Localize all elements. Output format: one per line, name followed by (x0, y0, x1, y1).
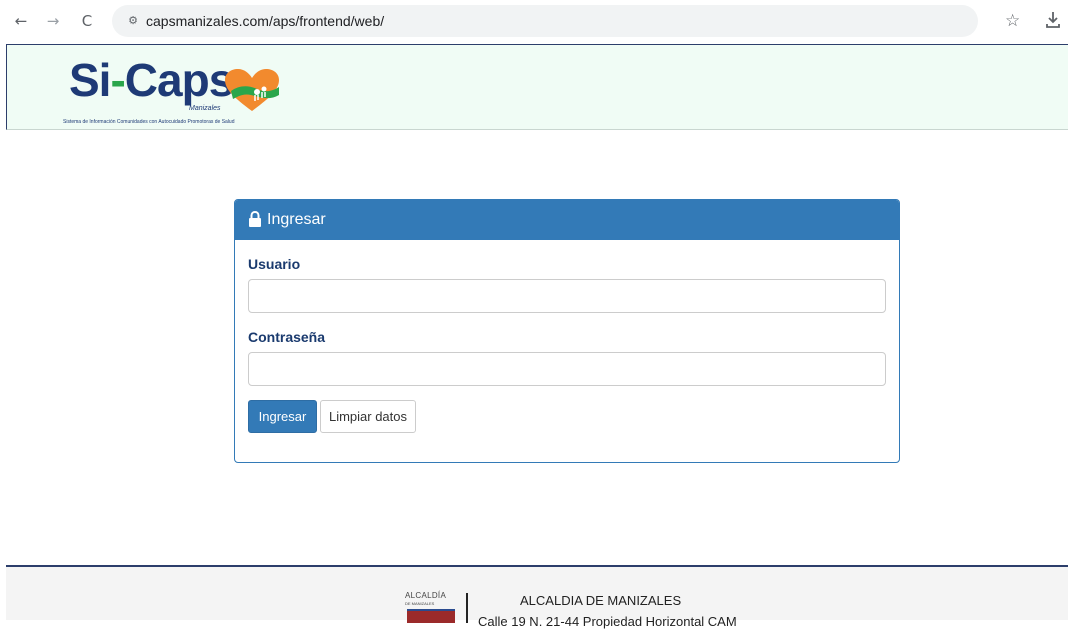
browser-toolbar: ← → C ⚙ capsmanizales.com/aps/frontend/w… (0, 0, 1068, 44)
si-caps-logo[interactable]: Si-Caps (69, 53, 234, 107)
alcaldia-crest-icon (407, 609, 455, 623)
back-arrow-icon[interactable]: ← (12, 12, 30, 30)
logo-si-text: Si (69, 54, 111, 106)
login-panel-heading: Ingresar (235, 200, 899, 240)
login-panel: Ingresar Usuario Contraseña Ingresar Lim… (234, 199, 900, 463)
download-icon[interactable] (1044, 10, 1062, 30)
password-input[interactable] (248, 352, 886, 386)
bookmark-star-icon[interactable]: ☆ (1005, 11, 1020, 31)
forward-arrow-icon[interactable]: → (44, 12, 62, 30)
logo-dash-text: - (110, 54, 125, 106)
page-footer: ALCALDÍA DE MANIZALES ALCALDIA DE MANIZA… (6, 565, 1068, 629)
heart-logo-icon (225, 69, 279, 111)
login-submit-button[interactable]: Ingresar (248, 400, 317, 433)
site-info-icon[interactable]: ⚙ (124, 12, 142, 30)
footer-divider (466, 593, 468, 623)
footer-org-name: ALCALDIA DE MANIZALES (520, 593, 682, 608)
crest-label-bottom: DE MANIZALES (405, 601, 435, 606)
password-label: Contraseña (248, 329, 326, 345)
username-input[interactable] (248, 279, 886, 313)
logo-tagline: Sistema de Información Comunidades con A… (63, 119, 235, 125)
logo-city-text: Manizales (189, 105, 221, 112)
clear-data-button[interactable]: Limpiar datos (320, 400, 416, 433)
login-panel-title: Ingresar (267, 211, 326, 228)
lock-icon (249, 211, 261, 227)
footer-address: Calle 19 N. 21-44 Propiedad Horizontal C… (478, 614, 737, 629)
logo-caps-text: Caps (124, 54, 234, 106)
username-label: Usuario (248, 256, 301, 272)
reload-icon[interactable]: C (78, 12, 96, 30)
address-bar[interactable]: ⚙ capsmanizales.com/aps/frontend/web/ (112, 5, 978, 37)
site-header: Si-Caps Manizales Sistema de Información… (6, 44, 1068, 130)
crest-label-top: ALCALDÍA (405, 591, 447, 600)
url-text[interactable]: capsmanizales.com/aps/frontend/web/ (146, 13, 384, 29)
